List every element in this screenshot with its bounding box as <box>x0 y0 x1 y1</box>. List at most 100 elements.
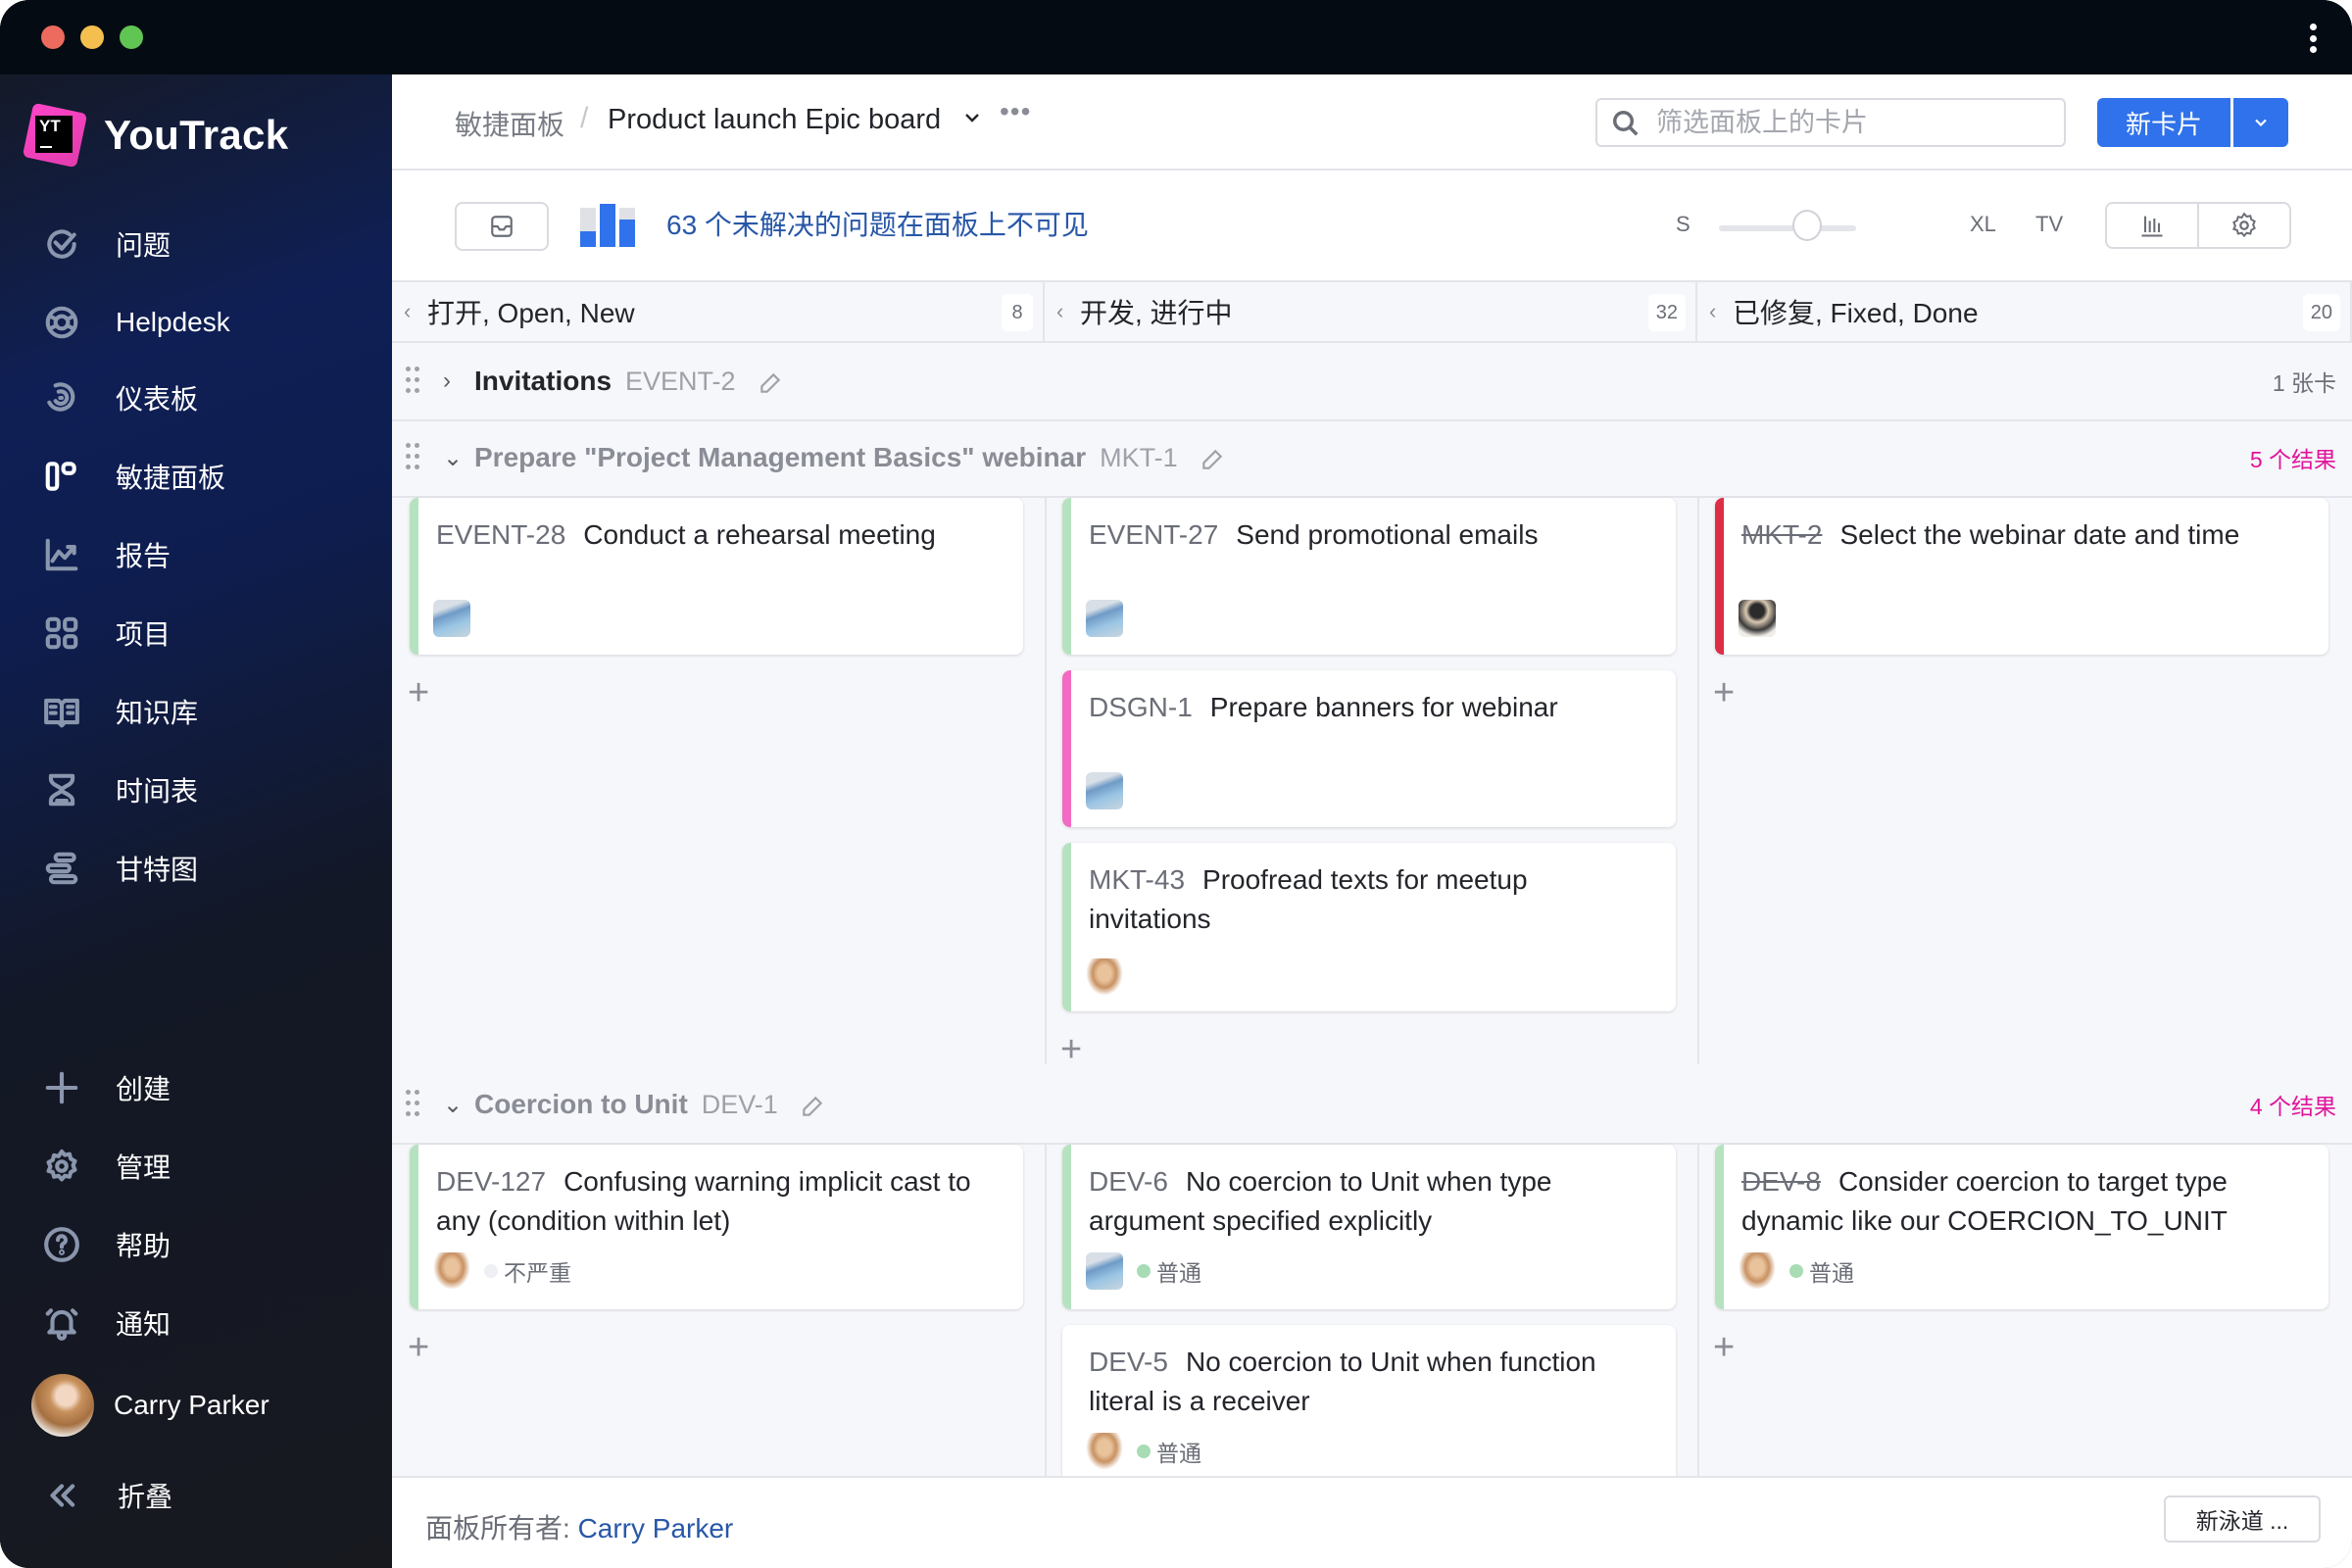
issue-card[interactable]: DEV-6 No coercion to Unit when type argum… <box>1062 1145 1676 1309</box>
hidden-issues-link[interactable]: 63 个未解决的问题在面板上不可见 <box>666 204 1089 243</box>
issue-card[interactable]: DSGN-1 Prepare banners for webinar <box>1062 670 1676 827</box>
sidebar-item-hourglass[interactable]: 时间表 <box>0 759 392 821</box>
sidebar-item-label: 仪表板 <box>116 384 199 415</box>
issue-card[interactable]: DEV-8 Consider coercion to target type dy… <box>1715 1145 2328 1309</box>
assignee-avatar[interactable] <box>1086 600 1123 637</box>
priority-dot-icon <box>1137 1445 1151 1458</box>
issue-id[interactable]: MKT-2 <box>1741 519 1822 550</box>
add-card-button[interactable]: + <box>1713 674 1735 711</box>
sidebar-item-agile-board[interactable]: 敏捷面板 <box>0 445 392 508</box>
close-window-button[interactable] <box>41 25 65 49</box>
add-card-button[interactable]: + <box>1060 1031 1082 1068</box>
drag-handle-icon[interactable] <box>406 1090 419 1117</box>
board-owner: 面板所有者: Carry Parker <box>425 1507 733 1546</box>
board-owner-link[interactable]: Carry Parker <box>578 1513 734 1544</box>
assignee-avatar[interactable] <box>433 600 470 637</box>
sidebar-item-help[interactable]: 帮助 <box>0 1213 392 1276</box>
priority-field[interactable]: 普通 <box>1137 1254 1201 1288</box>
issue-card[interactable]: DEV-5 No coercion to Unit when function l… <box>1062 1325 1676 1492</box>
app-logo[interactable]: YT YouTrack <box>22 102 288 169</box>
chevron-left-icon[interactable]: ‹ <box>1056 299 1076 324</box>
minimize-window-button[interactable] <box>80 25 104 49</box>
sidebar-item-bell[interactable]: 通知 <box>0 1292 392 1354</box>
chevron-down-icon[interactable] <box>960 106 984 129</box>
priority-label: 普通 <box>1809 1260 1854 1286</box>
issue-id[interactable]: DEV-6 <box>1089 1166 1168 1197</box>
priority-field[interactable]: 普通 <box>1137 1435 1201 1468</box>
priority-field[interactable]: 普通 <box>1789 1254 1854 1288</box>
new-swimlane-button[interactable]: 新泳道 ... <box>2164 1495 2321 1543</box>
sidebar-item-grid[interactable]: 项目 <box>0 602 392 664</box>
issue-card[interactable]: EVENT-27 Send promotional emails <box>1062 498 1676 655</box>
sidebar-item-gantt[interactable]: 甘特图 <box>0 837 392 900</box>
add-card-button[interactable]: + <box>1713 1329 1735 1366</box>
maximize-window-button[interactable] <box>120 25 143 49</box>
sidebar-item-lifebuoy[interactable]: Helpdesk <box>0 291 392 354</box>
issue-card[interactable]: MKT-43 Proofread texts for meetup invitat… <box>1062 843 1676 1011</box>
chevron-right-icon[interactable]: › <box>443 368 451 395</box>
card-color-bar <box>1062 843 1071 1011</box>
swimlane-title[interactable]: Invitations EVENT-2 <box>474 366 783 397</box>
add-card-button[interactable]: + <box>408 1329 429 1366</box>
drag-handle-icon[interactable] <box>406 367 419 394</box>
issue-card[interactable]: DEV-127 Confusing warning implicit cast t… <box>410 1145 1023 1309</box>
assignee-avatar[interactable] <box>1739 1252 1776 1290</box>
assignee-avatar[interactable] <box>1086 1252 1123 1290</box>
issue-id[interactable]: EVENT-27 <box>1089 519 1218 550</box>
drag-handle-icon[interactable] <box>406 443 419 470</box>
issue-id[interactable]: DEV-5 <box>1089 1347 1168 1377</box>
issue-id[interactable]: EVENT-28 <box>436 519 565 550</box>
more-options-icon[interactable]: ••• <box>1000 96 1031 127</box>
issue-card[interactable]: MKT-2 Select the webinar date and time <box>1715 498 2328 655</box>
column-header[interactable]: ‹ 已修复, Fixed, Done 20 <box>1697 282 2352 343</box>
assignee-avatar[interactable] <box>433 1252 470 1290</box>
sidebar-item-book[interactable]: 知识库 <box>0 680 392 743</box>
issue-id[interactable]: MKT-43 <box>1089 864 1185 895</box>
issue-id[interactable]: DEV-127 <box>436 1166 546 1197</box>
assignee-avatar[interactable] <box>1086 772 1123 809</box>
new-card-button[interactable]: 新卡片 <box>2097 98 2230 147</box>
sidebar-item-label: 时间表 <box>116 776 199 807</box>
backlog-button[interactable] <box>455 202 549 251</box>
user-profile[interactable]: Carry Parker <box>0 1374 392 1437</box>
sidebar-item-gear[interactable]: 管理 <box>0 1135 392 1198</box>
breadcrumb-root[interactable]: 敏捷面板 <box>455 104 564 143</box>
column-header[interactable]: ‹ 开发, 进行中 32 <box>1045 282 1697 343</box>
card-size-slider[interactable] <box>1719 225 1856 231</box>
chevron-left-icon[interactable]: ‹ <box>404 299 423 324</box>
sidebar-item-dashboard[interactable]: 仪表板 <box>0 367 392 429</box>
chevron-down-icon[interactable]: ⌄ <box>443 444 463 472</box>
sidebar-item-check-circle[interactable]: 问题 <box>0 213 392 275</box>
assignee-avatar[interactable] <box>1086 1433 1123 1470</box>
size-label-tv[interactable]: TV <box>2035 212 2063 237</box>
priority-field[interactable]: 不严重 <box>484 1254 571 1288</box>
pencil-icon[interactable] <box>758 370 783 396</box>
pencil-icon[interactable] <box>1200 447 1225 472</box>
filter-input[interactable] <box>1656 105 2048 140</box>
card-size-slider-handle[interactable] <box>1792 210 1822 241</box>
chevron-down-icon[interactable]: ⌄ <box>443 1091 463 1119</box>
size-label-s: S <box>1676 212 1690 236</box>
assignee-avatar[interactable] <box>1739 600 1776 637</box>
add-card-button[interactable]: + <box>408 674 429 711</box>
collapse-sidebar-button[interactable]: 折叠 <box>0 1464 392 1527</box>
issue-summary: Conduct a rehearsal meeting <box>583 519 936 550</box>
column-header[interactable]: ‹ 打开, Open, New 8 <box>392 282 1045 343</box>
assignee-avatar[interactable] <box>1086 958 1123 996</box>
kebab-vertical-icon[interactable] <box>2308 24 2318 53</box>
board-chart-button[interactable] <box>2107 204 2199 247</box>
sidebar-item-plus[interactable]: 创建 <box>0 1056 392 1119</box>
issue-id[interactable]: DEV-8 <box>1741 1166 1821 1197</box>
filter-search[interactable] <box>1595 98 2066 147</box>
new-card-dropdown-button[interactable] <box>2233 98 2288 147</box>
issue-card[interactable]: EVENT-28 Conduct a rehearsal meeting <box>410 498 1023 655</box>
chevron-left-icon[interactable]: ‹ <box>1709 299 1729 324</box>
sidebar-item-chart-line[interactable]: 报告 <box>0 523 392 586</box>
board-settings-button[interactable] <box>2199 204 2289 247</box>
board-name[interactable]: Product launch Epic board <box>608 104 941 136</box>
swimlane-title[interactable]: Coercion to Unit DEV-1 <box>474 1089 825 1120</box>
issue-id[interactable]: DSGN-1 <box>1089 692 1193 722</box>
pencil-icon[interactable] <box>800 1094 825 1119</box>
swimlane-title[interactable]: Prepare "Project Management Basics" webi… <box>474 442 1225 473</box>
card-color-bar <box>1062 498 1071 655</box>
